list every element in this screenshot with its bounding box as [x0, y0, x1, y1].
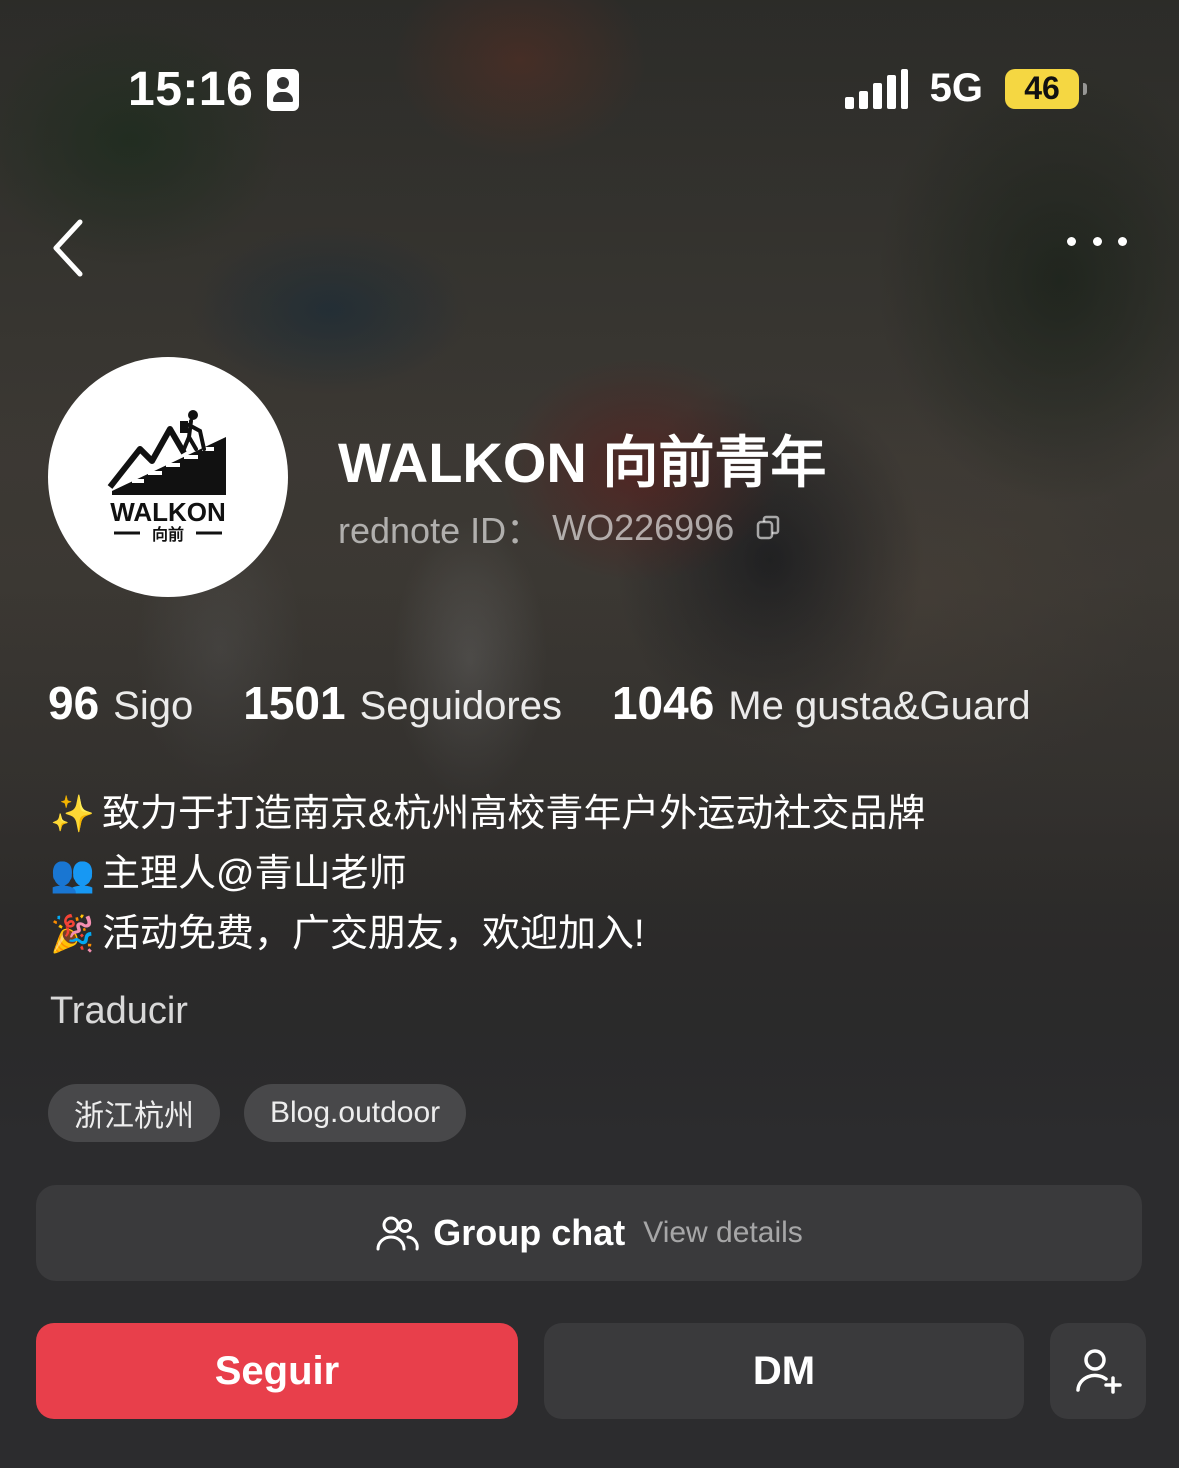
bio-line: 🎉 活动免费，广交朋友，欢迎加入! [50, 904, 925, 964]
bio-text: 致力于打造南京&杭州高校青年户外运动社交品牌 [102, 793, 926, 835]
profile-tags: 浙江杭州 Blog.outdoor [48, 1084, 467, 1142]
dm-button[interactable]: DM [544, 1323, 1024, 1419]
rednote-id: rednote ID： WO226996 [338, 502, 782, 554]
avatar[interactable]: WALKON 向前 [48, 357, 288, 597]
people-icon: 👥 [50, 853, 95, 894]
stat-followers[interactable]: 1501 Seguidores [243, 676, 562, 730]
contact-card-icon [267, 68, 300, 111]
bio-text: 主理人@青山老师 [102, 853, 407, 895]
stat-label: Sigo [113, 684, 194, 728]
bio: ✨ 致力于打造南京&杭州高校青年户外运动社交品牌 👥 主理人@青山老师 🎉 活动… [50, 784, 925, 964]
group-chat-button[interactable]: Group chat View details [36, 1185, 1142, 1281]
more-dot [1067, 236, 1076, 246]
sparkles-icon: ✨ [50, 793, 95, 834]
logo-text: WALKON [110, 497, 226, 527]
group-chat-label: Group chat [433, 1212, 626, 1253]
network-label: 5G [929, 66, 983, 110]
stat-value: 96 [48, 677, 100, 729]
profile-actions: Seguir DM [36, 1323, 1146, 1419]
profile-name: WALKON 向前青年 [338, 431, 827, 494]
add-user-icon [1076, 1349, 1122, 1394]
time-text: 15:16 [128, 63, 254, 116]
id-value: WO226996 [552, 507, 735, 548]
back-button[interactable] [48, 216, 96, 280]
status-bar-right: 5G 46 [844, 66, 1087, 111]
id-label: rednote ID： [338, 510, 543, 551]
status-bar-time: 15:16 [128, 62, 300, 117]
stat-label: Me gusta&Guard [728, 684, 1031, 728]
follow-button[interactable]: Seguir [36, 1323, 518, 1419]
more-options-button[interactable] [1067, 226, 1127, 256]
group-icon [376, 1216, 419, 1251]
tag-category[interactable]: Blog.outdoor [244, 1084, 467, 1142]
stat-likes-saves[interactable]: 1046 Me gusta&Guard [612, 676, 1031, 730]
battery-icon: 46 [1005, 68, 1087, 109]
party-popper-icon: 🎉 [50, 913, 95, 954]
signal-icon [844, 68, 908, 109]
bio-text: 活动免费，广交朋友，欢迎加入! [102, 913, 645, 955]
tag-location[interactable]: 浙江杭州 [48, 1084, 220, 1142]
logo-subtext: 向前 [152, 525, 184, 544]
more-dot [1092, 236, 1102, 246]
stat-following[interactable]: 96 Sigo [48, 676, 193, 730]
add-friend-button[interactable] [1050, 1323, 1146, 1419]
walkon-logo: WALKON 向前 [107, 410, 226, 544]
profile-stats: 96 Sigo 1501 Seguidores 1046 Me gusta&Gu… [48, 676, 1031, 730]
stat-value: 1501 [243, 677, 346, 729]
bio-line: ✨ 致力于打造南京&杭州高校青年户外运动社交品牌 [50, 784, 925, 844]
stat-value: 1046 [611, 677, 715, 729]
stat-label: Seguidores [359, 684, 562, 728]
chevron-left-icon [53, 219, 83, 277]
bio-line: 👥 主理人@青山老师 [50, 844, 925, 904]
more-dot [1118, 236, 1127, 246]
translate-link[interactable]: Traducir [50, 990, 188, 1033]
group-chat-detail: View details [643, 1216, 803, 1249]
copy-icon[interactable] [754, 514, 782, 542]
